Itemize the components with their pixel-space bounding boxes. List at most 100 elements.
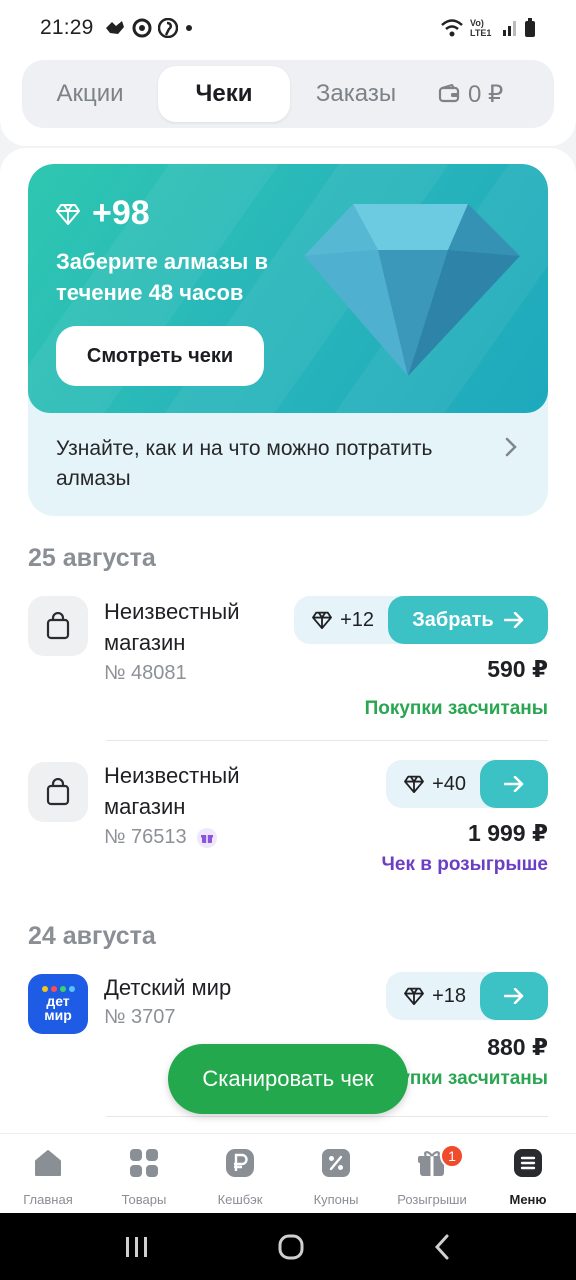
promo-description: Заберите алмазы в течение 48 часов bbox=[56, 249, 268, 305]
receipt-row[interactable]: Неизвестный магазин № 48081 +12 Забрать … bbox=[0, 596, 576, 756]
detsky-mir-logo: дет мир bbox=[28, 974, 88, 1034]
bottom-navigation: Главная Товары Кешбэк Купоны 1 Розыгрыши… bbox=[0, 1133, 576, 1213]
diamonds-reward: +40 bbox=[386, 760, 548, 808]
open-receipt-button[interactable] bbox=[480, 972, 548, 1020]
diamond-count: +40 bbox=[386, 773, 480, 796]
grid-icon bbox=[129, 1148, 159, 1178]
nav-cashback[interactable]: Кешбэк bbox=[192, 1134, 288, 1213]
menu-icon bbox=[513, 1148, 543, 1178]
diamonds-reward: +12 Забрать bbox=[294, 596, 548, 644]
tab-label: Акции bbox=[56, 80, 124, 107]
arrow-right-icon bbox=[504, 988, 524, 1004]
wallet-icon bbox=[438, 84, 460, 103]
scan-receipt-button[interactable]: Сканировать чек bbox=[168, 1044, 408, 1114]
receipt-number-text: № 3707 bbox=[104, 1006, 176, 1028]
shop-name: Неизвестный магазин bbox=[104, 763, 240, 819]
notification-icons bbox=[104, 18, 194, 38]
shopping-bag-icon bbox=[46, 612, 70, 640]
receipt-price: 880 ₽ bbox=[487, 1034, 548, 1060]
sync-icon bbox=[132, 18, 152, 38]
diamonds-reward: +18 bbox=[386, 972, 548, 1020]
dot-icon bbox=[185, 25, 192, 31]
promo-banner: +98 Заберите алмазы в течение 48 часов С… bbox=[28, 164, 548, 413]
home-button-icon[interactable] bbox=[277, 1233, 305, 1261]
promo-amount-text: +98 bbox=[92, 194, 150, 232]
nav-coupons[interactable]: Купоны bbox=[288, 1134, 384, 1213]
diamond-icon bbox=[56, 203, 80, 225]
shop-name: Неизвестный магазин bbox=[104, 599, 240, 655]
nav-label: Купоны bbox=[313, 1192, 359, 1207]
diamonds-promo-card: +98 Заберите алмазы в течение 48 часов С… bbox=[28, 164, 548, 516]
chevron-right-icon[interactable] bbox=[504, 436, 518, 458]
nav-label: Главная bbox=[23, 1192, 73, 1207]
receipt-price: 590 ₽ bbox=[487, 656, 548, 682]
scan-label: Сканировать чек bbox=[202, 1066, 374, 1091]
receipt-price: 1 999 ₽ bbox=[468, 820, 548, 846]
diamond-amount: +40 bbox=[432, 772, 466, 795]
signal-icon bbox=[503, 21, 516, 36]
system-navigation-bar bbox=[0, 1213, 576, 1280]
diamond-icon bbox=[312, 611, 332, 629]
diamond-count: +12 bbox=[294, 609, 388, 632]
open-receipt-button[interactable] bbox=[480, 760, 548, 808]
nav-home[interactable]: Главная bbox=[0, 1134, 96, 1213]
receipt-row[interactable]: Неизвестный магазин № 76513 +40 1 999 ₽ … bbox=[0, 760, 576, 910]
divider bbox=[106, 740, 548, 741]
system-icons: Vo) LTE1 bbox=[440, 18, 536, 38]
nav-label: Товары bbox=[121, 1192, 167, 1207]
recent-apps-icon[interactable] bbox=[124, 1235, 150, 1259]
view-receipts-button[interactable]: Смотреть чеки bbox=[56, 326, 264, 386]
date-header: 24 августа bbox=[28, 922, 156, 950]
arrow-right-icon bbox=[503, 612, 524, 628]
diamond-amount: +12 bbox=[340, 608, 374, 631]
button-label: Смотреть чеки bbox=[86, 344, 234, 367]
divider bbox=[106, 1116, 548, 1117]
nav-label: Розыгрыши bbox=[397, 1192, 467, 1207]
receipt-status: Чек в розыгрыше bbox=[381, 854, 548, 875]
arrow-right-icon bbox=[504, 776, 524, 792]
nav-giveaways[interactable]: 1 Розыгрыши bbox=[384, 1134, 480, 1213]
network-label: Vo) LTE1 bbox=[470, 18, 492, 38]
diamond-illustration bbox=[304, 204, 520, 376]
nav-products[interactable]: Товары bbox=[96, 1134, 192, 1213]
top-header: Акции Чеки Заказы 0 ₽ bbox=[0, 56, 576, 146]
nav-menu[interactable]: Меню bbox=[480, 1134, 576, 1213]
logo-dots bbox=[41, 986, 75, 992]
shop-name: Детский мир bbox=[104, 975, 232, 1000]
shop-avatar bbox=[28, 596, 88, 656]
tab-receipts[interactable]: Чеки bbox=[158, 66, 290, 122]
app-notification-icon bbox=[105, 21, 124, 34]
date-header: 25 августа bbox=[28, 544, 156, 572]
receipt-number-text: № 76513 bbox=[104, 826, 187, 848]
wallet-balance[interactable]: 0 ₽ bbox=[438, 80, 503, 109]
wifi-icon bbox=[441, 19, 463, 37]
diamond-count: +18 bbox=[386, 985, 480, 1008]
shopping-bag-icon bbox=[46, 778, 70, 806]
receipts-content[interactable]: +98 Заберите алмазы в течение 48 часов С… bbox=[0, 148, 576, 1133]
receipt-number: № 48081 bbox=[104, 662, 187, 685]
notification-badge: 1 bbox=[440, 1144, 464, 1168]
wallet-amount: 0 ₽ bbox=[468, 80, 504, 108]
nav-label: Меню bbox=[509, 1192, 547, 1207]
logo-text: дет мир bbox=[44, 993, 72, 1023]
battery-icon bbox=[525, 18, 535, 37]
diamond-icon bbox=[404, 987, 424, 1005]
percent-icon bbox=[321, 1148, 351, 1178]
receipt-number-text: № 48081 bbox=[104, 662, 187, 684]
gift-icon bbox=[196, 827, 217, 848]
receipt-number: № 3707 bbox=[104, 1006, 176, 1029]
promo-info-link[interactable]: Узнайте, как и на что можно потратить ал… bbox=[56, 434, 496, 494]
diamond-amount: +18 bbox=[432, 984, 466, 1007]
back-icon[interactable] bbox=[432, 1233, 452, 1261]
promo-diamond-amount: +98 bbox=[56, 194, 150, 233]
status-time: 21:29 bbox=[40, 16, 94, 39]
home-icon bbox=[33, 1148, 63, 1178]
tab-orders[interactable]: Заказы bbox=[290, 66, 422, 122]
pinterest-icon bbox=[157, 18, 178, 38]
claim-label: Забрать bbox=[412, 608, 494, 631]
tab-label: Чеки bbox=[195, 80, 253, 107]
claim-button[interactable]: Забрать bbox=[388, 596, 548, 644]
tab-label: Заказы bbox=[315, 80, 397, 107]
receipt-status: Покупки засчитаны bbox=[364, 698, 548, 719]
tab-promotions[interactable]: Акции bbox=[22, 66, 158, 122]
